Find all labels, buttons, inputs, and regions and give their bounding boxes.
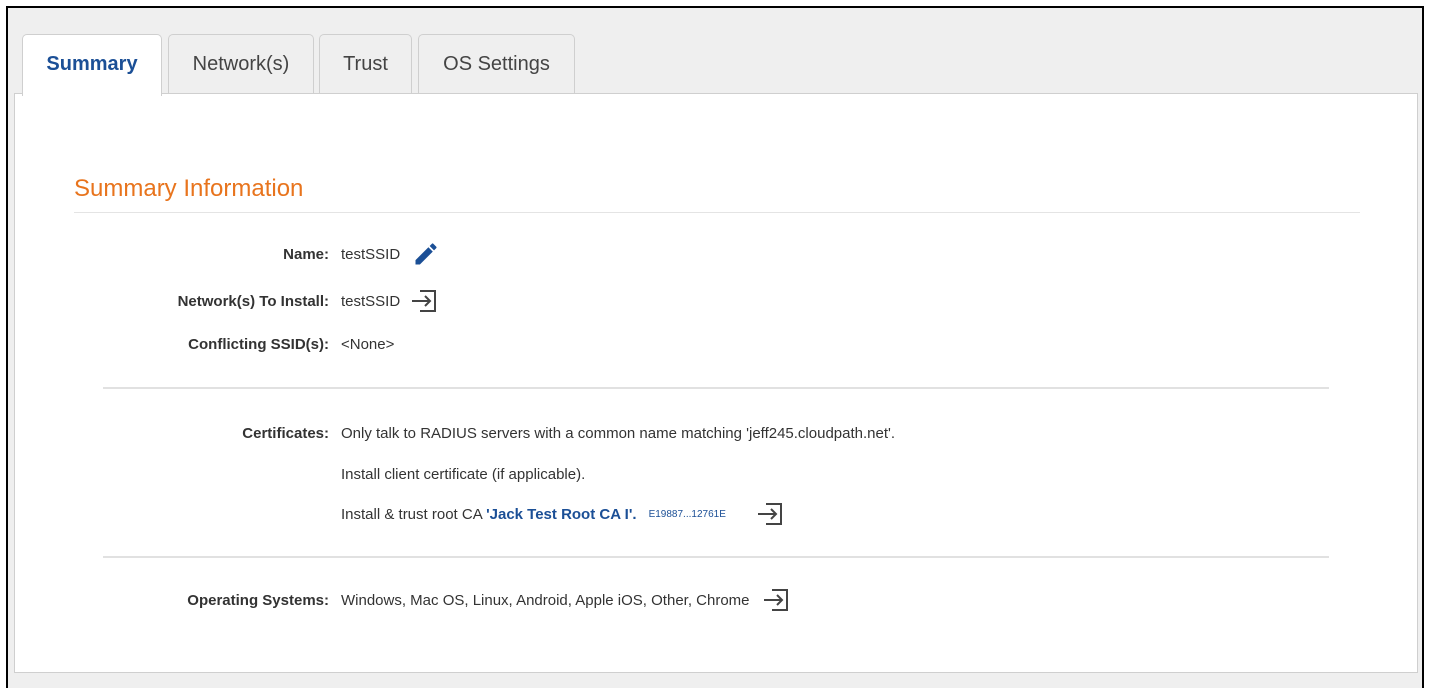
name-value: testSSID — [341, 245, 401, 263]
conflicting-value: <None> — [341, 335, 395, 353]
networks-value: testSSID — [341, 292, 401, 310]
arrow-into-box-icon[interactable] — [756, 501, 784, 527]
name-label: Name: — [283, 245, 329, 263]
networks-label: Network(s) To Install: — [177, 292, 329, 310]
certificates-row-2: Install client certificate (if applicabl… — [15, 459, 585, 489]
arrow-into-box-icon[interactable] — [762, 587, 790, 613]
section-title: Summary Information — [74, 175, 304, 202]
root-ca-suffix: . — [632, 505, 637, 523]
certificates-label: Certificates: — [242, 424, 329, 442]
certificates-line1: Only talk to RADIUS servers with a commo… — [341, 424, 896, 442]
tab-networks[interactable]: Network(s) — [168, 34, 314, 94]
root-ca-prefix: Install & trust root CA — [341, 505, 487, 523]
root-ca-link[interactable]: 'Jack Test Root CA I' — [486, 506, 632, 523]
certificates-line2: Install client certificate (if applicabl… — [341, 465, 586, 483]
os-row: Operating Systems: Windows, Mac OS, Linu… — [15, 585, 790, 615]
certificates-row: Certificates: Only talk to RADIUS server… — [15, 418, 895, 448]
divider — [103, 387, 1329, 389]
title-divider — [74, 212, 1360, 213]
networks-row: Network(s) To Install: testSSID — [15, 286, 438, 316]
root-ca-thumbprint[interactable]: E19887...12761E — [649, 509, 726, 520]
conflicting-row: Conflicting SSID(s): <None> — [15, 329, 394, 359]
os-label: Operating Systems: — [187, 591, 329, 609]
summary-panel: Summary Information Name: testSSID Netwo… — [14, 93, 1418, 673]
app-frame: Summary Network(s) Trust OS Settings Sum… — [6, 6, 1424, 688]
divider — [103, 556, 1329, 558]
certificates-row-3: Install & trust root CA 'Jack Test Root … — [15, 499, 784, 529]
tab-os-settings[interactable]: OS Settings — [418, 34, 575, 94]
os-value: Windows, Mac OS, Linux, Android, Apple i… — [341, 591, 750, 609]
arrow-into-box-icon[interactable] — [410, 288, 438, 314]
pencil-icon[interactable] — [412, 240, 440, 268]
conflicting-label: Conflicting SSID(s): — [188, 335, 329, 353]
name-row: Name: testSSID — [15, 239, 440, 269]
tab-summary[interactable]: Summary — [22, 34, 162, 96]
tab-trust[interactable]: Trust — [319, 34, 412, 94]
